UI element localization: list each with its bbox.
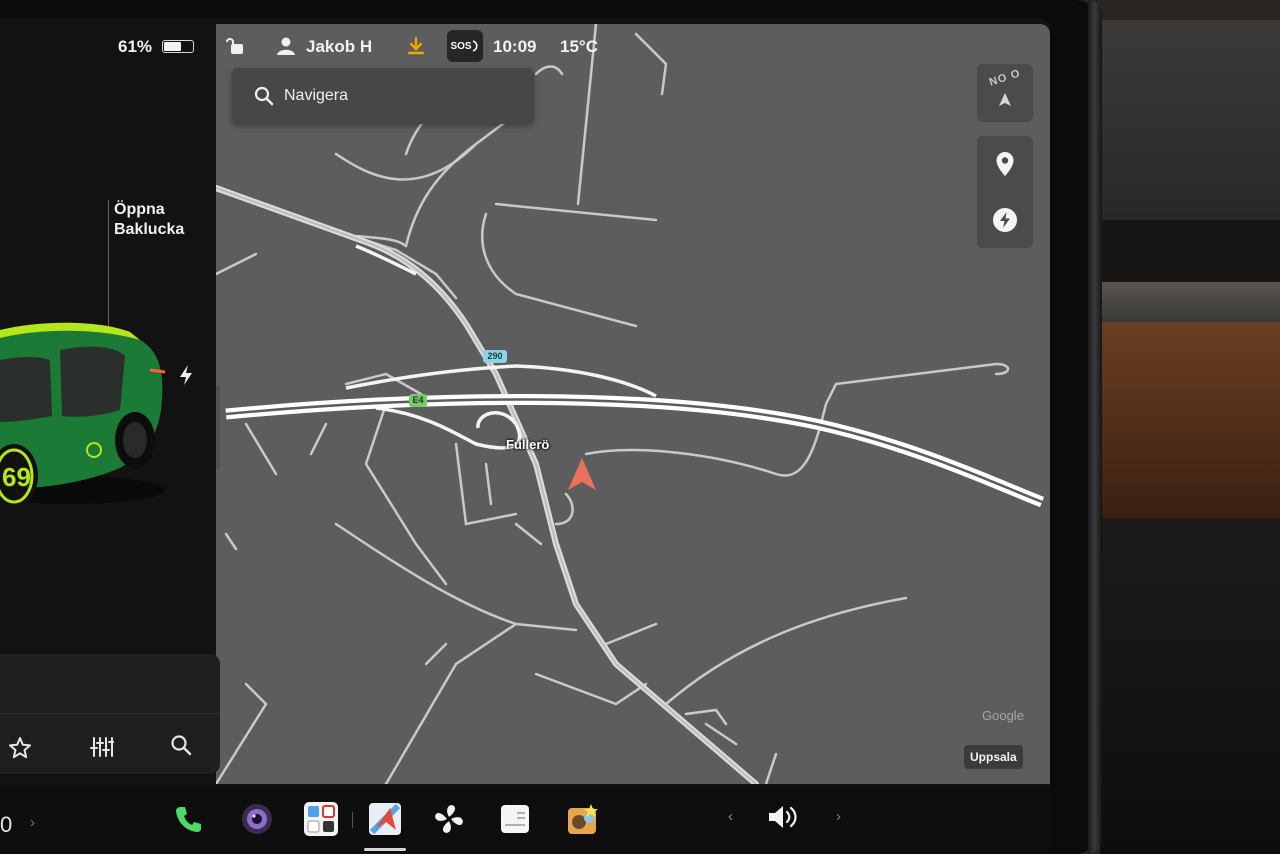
navigation-app-button[interactable]	[366, 800, 404, 838]
sos-button[interactable]: SOS	[447, 30, 483, 62]
navigate-search-box[interactable]: Navigera	[232, 68, 534, 124]
dock-separator	[352, 812, 353, 828]
dashboard-top	[1100, 20, 1280, 220]
pin-button[interactable]	[977, 136, 1033, 192]
bezel-edge	[1088, 0, 1102, 854]
charger-icon	[993, 208, 1017, 232]
search-icon	[254, 86, 274, 106]
volume-icon[interactable]	[766, 802, 802, 832]
open-trunk-button[interactable]: Öppna Baklucka	[114, 200, 214, 240]
sos-icon	[472, 40, 478, 52]
download-icon[interactable]	[406, 36, 426, 56]
speed-readout: 0	[0, 812, 13, 837]
star-icon[interactable]	[8, 736, 32, 760]
compass-label: NO O	[987, 67, 1023, 89]
profile-icon[interactable]	[276, 36, 298, 56]
climate-chevron[interactable]: ›	[30, 814, 35, 831]
outside-temperature[interactable]: 15°C	[560, 36, 598, 58]
toybox-icon	[568, 804, 598, 834]
navigation-arrow-icon	[568, 458, 596, 490]
phone-app-button[interactable]	[170, 800, 208, 838]
battery-percent: 61%	[118, 37, 153, 56]
search-input[interactable]: Navigera	[284, 87, 348, 105]
car-model-image: 69	[0, 322, 166, 508]
compass-icon	[999, 93, 1011, 106]
car-badge-number: 69	[2, 462, 31, 492]
phone-icon	[176, 807, 201, 832]
battery-fill	[164, 42, 181, 51]
toybox-app-button[interactable]	[564, 800, 602, 838]
trunk-label-line1: Öppna	[114, 201, 165, 218]
charger-button[interactable]	[977, 192, 1033, 248]
notes-icon	[501, 805, 529, 833]
route-shield-290: 290	[483, 350, 507, 363]
route-shield-e4: E4	[409, 394, 427, 407]
fan-icon	[435, 805, 463, 833]
battery-icon	[162, 40, 194, 53]
sos-label: SOS	[450, 40, 472, 52]
apps-launcher-button[interactable]	[302, 800, 340, 838]
dashboard-mid	[1100, 220, 1280, 282]
nav-app-icon	[369, 803, 401, 835]
lightning-icon[interactable]	[178, 364, 194, 386]
dashboard-lower	[1100, 518, 1280, 854]
dashboard-wood-trim	[1100, 322, 1280, 518]
apps-icon	[304, 802, 338, 836]
climate-fan-button[interactable]	[430, 800, 468, 838]
profile-name[interactable]: Jakob H	[306, 36, 372, 58]
clock: 10:09	[493, 37, 537, 56]
volume-decrease-chevron[interactable]: ‹	[728, 808, 733, 825]
notes-app-button[interactable]	[496, 800, 534, 838]
dashboard-strip	[1100, 282, 1280, 322]
camera-icon	[242, 804, 272, 834]
trunk-indicator-line	[108, 200, 109, 330]
region-badge[interactable]: Uppsala	[964, 745, 1023, 769]
camera-app-button[interactable]	[238, 800, 276, 838]
pin-icon	[996, 152, 1014, 176]
compass-button[interactable]: NO O	[977, 64, 1033, 122]
map-poi-controls	[977, 136, 1033, 248]
trunk-label-line2: Baklucka	[114, 221, 185, 238]
media-search-icon[interactable]	[170, 734, 192, 756]
media-card-divider	[0, 713, 220, 714]
map-attribution: Google	[982, 708, 1024, 723]
active-app-indicator	[364, 848, 406, 851]
lock-icon[interactable]	[224, 36, 246, 56]
panel-scrollbar[interactable]	[216, 385, 220, 469]
equalizer-icon[interactable]	[90, 736, 114, 758]
place-label[interactable]: Fullerö	[506, 437, 549, 452]
map-roads	[216, 24, 1045, 784]
volume-increase-chevron[interactable]: ›	[836, 808, 841, 825]
map-view[interactable]	[216, 24, 1050, 784]
